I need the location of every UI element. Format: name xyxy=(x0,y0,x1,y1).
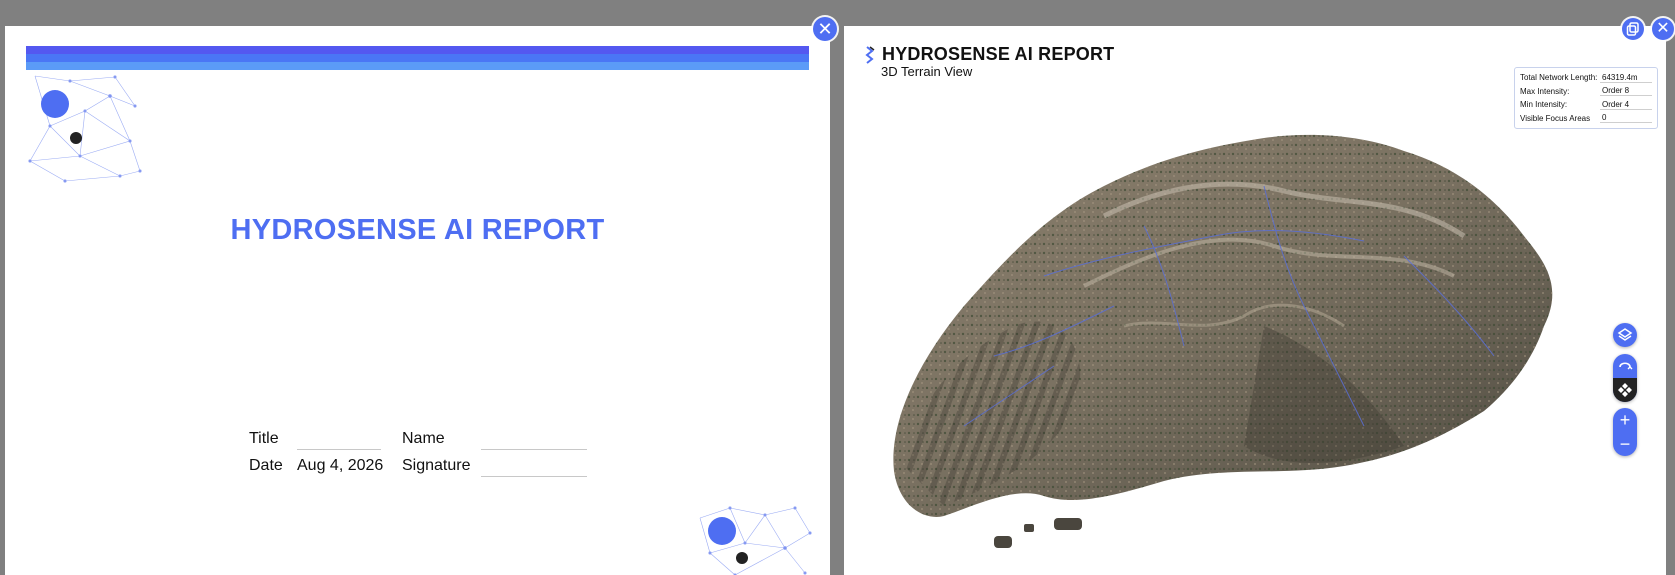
report-cover-page: HYDROSENSE AI REPORT Title Name Date Aug… xyxy=(5,26,830,575)
zoom-out-button[interactable]: − xyxy=(1613,432,1637,456)
signature-field-line xyxy=(481,476,587,477)
stat-value: Order 8 xyxy=(1600,86,1652,97)
terrain-view-page: HYDROSENSE AI REPORT 3D Terrain View Tot… xyxy=(844,26,1666,575)
signature-label: Signature xyxy=(402,457,471,474)
pan-icon[interactable] xyxy=(1613,378,1637,402)
hydrosense-logo-icon xyxy=(865,45,875,64)
navigation-control[interactable] xyxy=(1613,354,1637,402)
close-terrain-button[interactable]: ✕ xyxy=(1652,18,1674,40)
zoom-in-button[interactable]: + xyxy=(1613,408,1637,432)
zoom-control[interactable]: + − xyxy=(1613,408,1637,456)
report-title: HYDROSENSE AI REPORT xyxy=(230,214,605,246)
minus-icon: − xyxy=(1619,433,1631,454)
brand-title: HYDROSENSE AI REPORT xyxy=(882,44,1115,64)
close-icon: ✕ xyxy=(817,19,833,39)
close-icon: ✕ xyxy=(1656,20,1670,37)
layers-button[interactable] xyxy=(1613,323,1637,347)
river-highlight xyxy=(866,380,873,427)
stat-row: Min Intensity: Order 4 xyxy=(1520,98,1652,112)
title-label: Title xyxy=(249,430,279,447)
stat-label: Min Intensity: xyxy=(1520,100,1568,110)
date-value: Aug 4, 2026 xyxy=(297,457,384,474)
stat-label: Max Intensity: xyxy=(1520,86,1570,96)
view-subtitle: 3D Terrain View xyxy=(881,64,973,79)
stat-value: 64319.4m xyxy=(1600,73,1652,83)
name-field-line xyxy=(481,449,587,450)
banner-stripe xyxy=(26,62,809,70)
copy-button[interactable] xyxy=(1622,18,1644,40)
close-cover-button[interactable]: ✕ xyxy=(813,17,837,41)
stat-row: Total Network Length: 64319.4m xyxy=(1520,71,1652,85)
stat-row: Visible Focus Areas 0 xyxy=(1520,112,1652,126)
banner-stripe xyxy=(26,46,809,54)
rotate-icon[interactable] xyxy=(1613,354,1637,378)
stat-label: Total Network Length: xyxy=(1520,73,1598,83)
stat-value: Order 4 xyxy=(1600,100,1652,110)
header-banner xyxy=(26,46,809,70)
stat-row: Max Intensity: Order 8 xyxy=(1520,85,1652,99)
plus-icon: + xyxy=(1619,409,1631,430)
banner-stripe xyxy=(26,54,809,62)
date-label: Date xyxy=(249,457,283,474)
terrain-fragments xyxy=(994,518,1082,548)
brand-header: HYDROSENSE AI REPORT xyxy=(864,44,1114,65)
stat-value: 0 xyxy=(1600,113,1652,124)
network-decoration-bottom xyxy=(699,506,812,575)
network-stats-panel: Total Network Length: 64319.4m Max Intensi… xyxy=(1514,67,1658,129)
copy-icon xyxy=(1626,22,1639,36)
network-decoration-top xyxy=(28,75,142,183)
stat-label: Visible Focus Areas xyxy=(1520,113,1591,123)
name-label: Name xyxy=(402,430,445,447)
layers-icon xyxy=(1613,323,1637,347)
title-field-line xyxy=(297,449,381,450)
